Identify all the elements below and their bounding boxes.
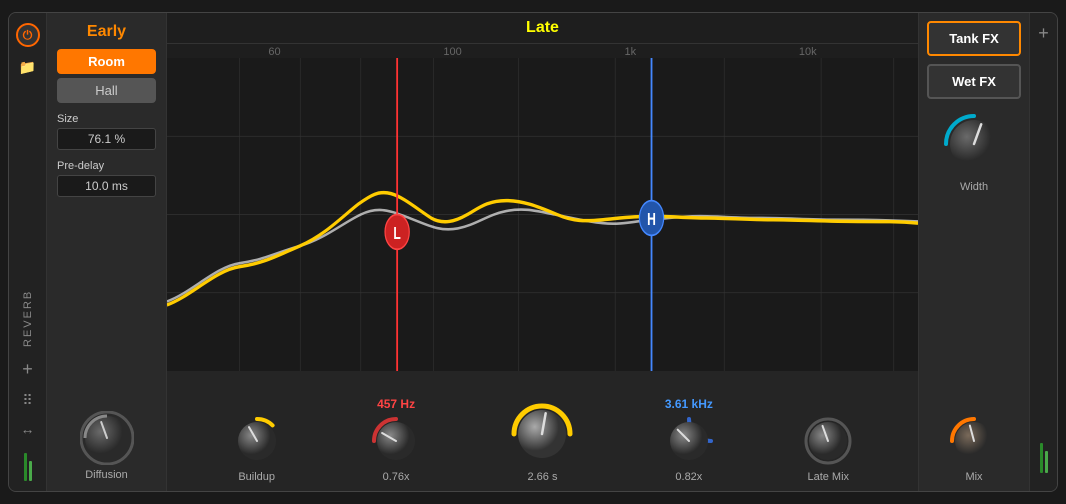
meter-left — [24, 453, 32, 481]
svg-text:H: H — [647, 210, 656, 230]
buildup-group: Buildup — [231, 393, 283, 483]
room-button[interactable]: Room — [57, 49, 156, 74]
reverb-label: REVERB — [22, 88, 34, 347]
buildup-knob[interactable] — [231, 415, 283, 467]
arrow-icon[interactable]: ↔ — [21, 421, 35, 437]
hall-button[interactable]: Hall — [57, 78, 156, 103]
late-header: Late — [167, 13, 918, 44]
width-label: Width — [960, 181, 988, 193]
main-area: Late 60 100 1k 10k — [167, 13, 919, 491]
power-button[interactable]: ⏻ — [16, 23, 40, 47]
high-filter-group: 3.61 kHz 0.82x — [663, 397, 715, 483]
freq-60: 60 — [268, 46, 280, 58]
svg-text:L: L — [393, 224, 400, 244]
late-mix-knob[interactable] — [802, 415, 854, 467]
low-filter-label: 0.76x — [383, 471, 410, 483]
high-freq-label: 3.61 kHz — [665, 397, 713, 411]
plus-icon[interactable]: + — [22, 359, 33, 380]
early-section: Early Room Hall Size 76.1 % Pre-delay 10… — [47, 13, 167, 491]
early-title: Early — [57, 23, 156, 41]
freq-1k: 1k — [624, 46, 636, 58]
right-plus-icon[interactable]: + — [1038, 23, 1049, 44]
low-filter-group: 457 Hz 0.76x — [370, 397, 422, 483]
wet-fx-button[interactable]: Wet FX — [927, 64, 1021, 99]
meter-right — [1040, 443, 1048, 473]
decay-group: 2.66 s — [509, 379, 575, 483]
diffusion-label: Diffusion — [85, 469, 128, 481]
low-filter-knob[interactable] — [370, 415, 422, 467]
plugin-container: ⏻ 📁 REVERB + ⠿ ↔ Early Room Hall Size 76… — [8, 12, 1058, 492]
late-mix-label: Late Mix — [807, 471, 849, 483]
right-panel: Tank FX Wet FX Width — [919, 13, 1029, 491]
diffusion-knob[interactable] — [80, 411, 134, 465]
eq-svg: L H — [167, 58, 918, 371]
freq-10k: 10k — [799, 46, 817, 58]
folder-icon[interactable]: 📁 — [19, 59, 36, 76]
late-mix-group: Late Mix — [802, 393, 854, 483]
size-value[interactable]: 76.1 % — [57, 128, 156, 150]
predelay-value[interactable]: 10.0 ms — [57, 175, 156, 197]
decay-label: 2.66 s — [527, 471, 557, 483]
mix-knob[interactable] — [948, 415, 1000, 467]
freq-labels: 60 100 1k 10k — [167, 44, 918, 58]
width-knob[interactable] — [941, 111, 1007, 177]
left-sidebar: ⏻ 📁 REVERB + ⠿ ↔ — [9, 13, 47, 491]
low-freq-label: 457 Hz — [377, 397, 415, 411]
width-knob-area: Width — [927, 111, 1021, 193]
decay-knob[interactable] — [509, 401, 575, 467]
mix-knob-area: Mix — [927, 415, 1021, 483]
controls-row: Buildup 457 Hz 0.76x — [167, 371, 918, 491]
eq-display: L H — [167, 58, 918, 371]
right-sidebar: + — [1029, 13, 1057, 491]
tank-fx-button[interactable]: Tank FX — [927, 21, 1021, 56]
freq-100: 100 — [443, 46, 461, 58]
high-filter-knob[interactable] — [663, 415, 715, 467]
predelay-label: Pre-delay — [57, 160, 156, 172]
high-filter-label: 0.82x — [675, 471, 702, 483]
power-icon: ⏻ — [23, 28, 33, 43]
size-label: Size — [57, 113, 156, 125]
buildup-label: Buildup — [238, 471, 275, 483]
grid-icon[interactable]: ⠿ — [22, 392, 32, 409]
mix-label: Mix — [965, 471, 982, 483]
diffusion-area: Diffusion — [57, 411, 156, 481]
